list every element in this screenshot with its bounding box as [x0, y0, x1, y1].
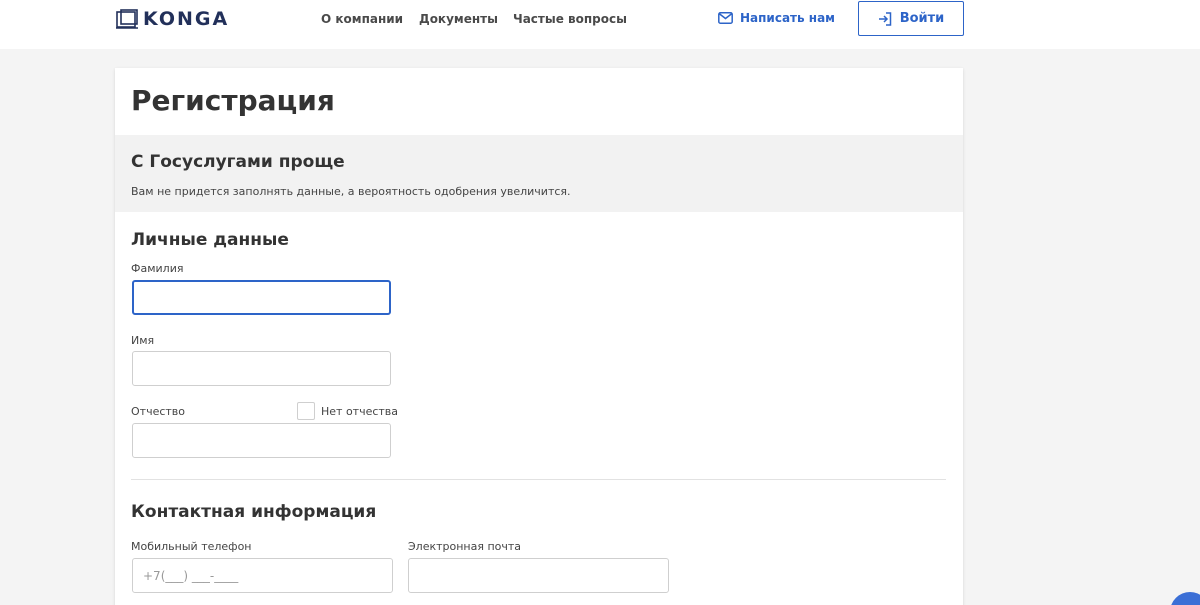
patronymic-label: Отчество — [131, 405, 186, 418]
gosuslugi-title: С Госуслугами проще — [131, 152, 345, 172]
login-button[interactable]: Войти — [858, 1, 964, 36]
write-us-link[interactable]: Написать нам — [718, 11, 835, 25]
logo-text: KONGA — [143, 8, 230, 30]
contact-section-title: Контактная информация — [131, 502, 377, 522]
mail-icon — [718, 12, 733, 24]
phone-label: Мобильный телефон — [131, 540, 252, 553]
name-label: Имя — [131, 334, 155, 347]
no-patronymic-toggle[interactable]: Нет отчества — [297, 402, 398, 420]
nav-faq[interactable]: Частые вопросы — [513, 12, 627, 26]
phone-input[interactable]: +7(___) ___-____ — [132, 558, 393, 593]
logo-icon — [116, 9, 138, 29]
no-patronymic-label: Нет отчества — [321, 404, 399, 418]
name-input[interactable] — [132, 351, 391, 386]
nav-documents[interactable]: Документы — [419, 12, 498, 26]
surname-input[interactable] — [132, 280, 391, 315]
login-label: Войти — [899, 11, 945, 26]
gosuslugi-text: Вам не придется заполнять данные, а веро… — [131, 185, 571, 198]
chat-widget-button[interactable] — [1170, 592, 1200, 605]
section-divider — [131, 479, 946, 480]
page-title: Регистрация — [131, 84, 335, 117]
personal-section-title: Личные данные — [131, 230, 289, 250]
registration-card: Регистрация С Госуслугами проще Вам не п… — [115, 68, 963, 605]
logo[interactable]: KONGA — [116, 8, 229, 30]
patronymic-input[interactable] — [132, 423, 391, 458]
gosuslugi-block[interactable]: С Госуслугами проще Вам не придется запо… — [115, 135, 963, 212]
login-icon — [878, 11, 891, 26]
email-input[interactable] — [408, 558, 669, 593]
write-us-label: Написать нам — [740, 11, 835, 25]
surname-label: Фамилия — [131, 262, 184, 275]
nav-about[interactable]: О компании — [321, 12, 403, 26]
no-patronymic-checkbox[interactable] — [297, 402, 315, 420]
top-header: KONGA О компании Документы Частые вопрос… — [0, 0, 1200, 49]
email-label: Электронная почта — [408, 540, 522, 553]
